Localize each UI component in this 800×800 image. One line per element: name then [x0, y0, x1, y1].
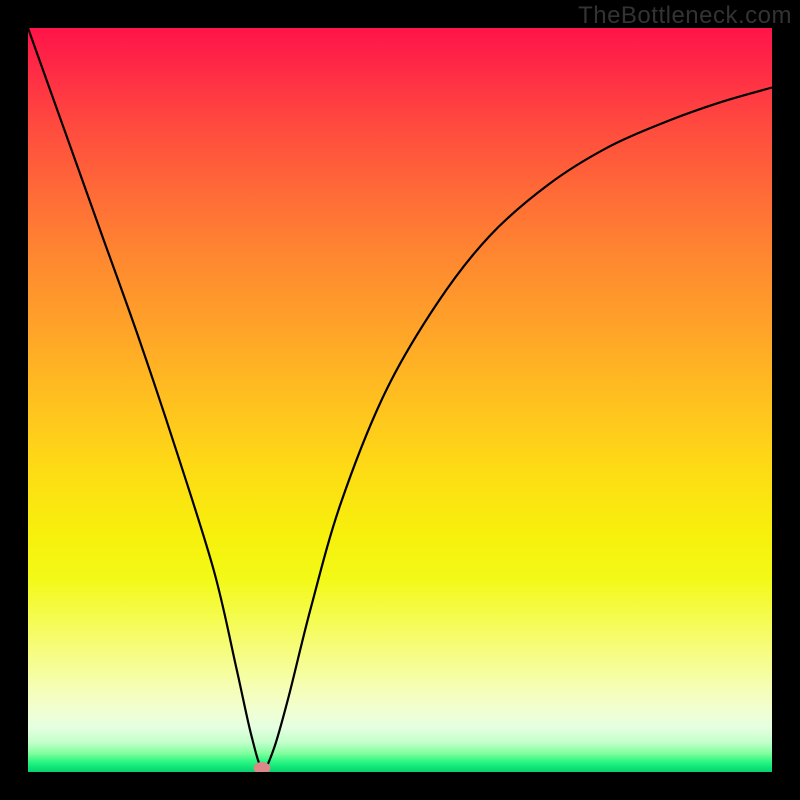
y-axis	[26, 28, 28, 772]
bottleneck-curve	[28, 28, 772, 772]
x-axis	[28, 772, 772, 774]
chart-plot-area	[28, 28, 772, 772]
watermark-text: TheBottleneck.com	[578, 2, 792, 30]
